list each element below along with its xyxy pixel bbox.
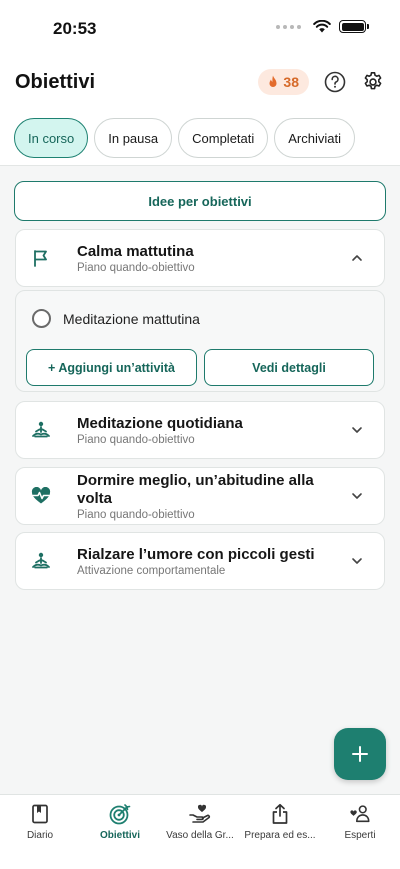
tab-completati[interactable]: Completati xyxy=(178,118,269,158)
goal-title: Meditazione quotidiana xyxy=(77,414,243,432)
streak-count: 38 xyxy=(283,74,299,90)
status-icons xyxy=(276,20,369,33)
nav-label: Prepara ed es... xyxy=(244,830,316,841)
goal-card-dormire-meglio[interactable]: Dormire meglio, un’abitudine alla volta … xyxy=(15,467,385,525)
goal-card-rialzare-umore[interactable]: Rialzare l’umore con piccoli gesti Attiv… xyxy=(15,532,385,590)
tab-in-pausa[interactable]: In pausa xyxy=(94,118,173,158)
view-details-button[interactable]: Vedi dettagli xyxy=(204,349,374,386)
chevron-down-icon[interactable] xyxy=(350,554,364,568)
task-checkbox[interactable] xyxy=(32,309,51,328)
nav-item-diario[interactable]: Diario xyxy=(0,795,80,869)
settings-button[interactable] xyxy=(361,70,385,94)
status-bar: 20:53 xyxy=(0,0,400,56)
goal-subtitle: Piano quando-obiettivo xyxy=(77,508,195,521)
share-icon xyxy=(272,803,288,824)
streak-badge[interactable]: 38 xyxy=(258,69,309,95)
wifi-icon xyxy=(313,20,331,33)
task-label: Meditazione mattutina xyxy=(63,310,200,327)
gratitude-jar-icon xyxy=(189,804,211,823)
goal-expanded-panel: Meditazione mattutina + Aggiungi un’atti… xyxy=(15,290,385,392)
add-activity-button[interactable]: + Aggiungi un’attività xyxy=(26,349,197,386)
goal-title: Calma mattutina xyxy=(77,242,194,260)
goal-card-meditazione-quotidiana[interactable]: Meditazione quotidiana Piano quando-obie… xyxy=(15,401,385,459)
header: Obiettivi 38 xyxy=(15,64,385,100)
status-tabs: In corso In pausa Completati Archiviati xyxy=(14,118,356,158)
help-button[interactable] xyxy=(323,70,347,94)
goal-subtitle: Attivazione comportamentale xyxy=(77,564,226,577)
nav-label: Obiettivi xyxy=(99,830,140,841)
tab-in-corso[interactable]: In corso xyxy=(14,118,89,158)
nav-label: Vaso della Gr... xyxy=(166,830,234,841)
chevron-up-icon[interactable] xyxy=(350,251,364,265)
task-item[interactable]: Meditazione mattutina xyxy=(32,309,200,328)
goal-title: Rialzare l’umore con piccoli gesti xyxy=(77,545,315,563)
nav-item-esperti[interactable]: Esperti xyxy=(320,795,400,869)
bottom-nav: Diario Obiettivi Vaso della Gr... Prepar… xyxy=(0,794,400,869)
nav-label: Diario xyxy=(26,830,54,841)
target-icon xyxy=(109,804,131,825)
help-icon xyxy=(324,71,346,93)
top-area: 20:53 Obiettivi 38 In corso In pausa Com… xyxy=(0,0,400,166)
gear-icon xyxy=(364,72,382,90)
journal-icon xyxy=(32,804,48,824)
goal-subtitle: Piano quando-obiettivo xyxy=(77,433,195,446)
heartbeat-icon xyxy=(31,487,51,504)
goal-title: Dormire meglio, un’abitudine alla volta xyxy=(77,471,314,507)
goal-ideas-button[interactable]: Idee per obiettivi xyxy=(14,181,386,221)
goal-subtitle: Piano quando-obiettivo xyxy=(77,261,195,274)
meditation-icon xyxy=(32,421,50,438)
experts-icon xyxy=(350,805,370,823)
flame-icon xyxy=(269,75,277,87)
flag-icon xyxy=(34,250,47,267)
nav-item-obiettivi[interactable]: Obiettivi xyxy=(80,795,160,869)
status-time: 20:53 xyxy=(53,19,97,38)
page-title: Obiettivi xyxy=(15,70,96,93)
nav-item-prepara-esporta[interactable]: Prepara ed es... xyxy=(240,795,320,869)
tab-archiviati[interactable]: Archiviati xyxy=(274,118,356,158)
plus-icon xyxy=(352,746,368,762)
add-goal-fab[interactable] xyxy=(334,728,386,780)
battery-icon xyxy=(339,20,369,33)
goal-card-calma-mattutina[interactable]: Calma mattutina Piano quando-obiettivo xyxy=(15,229,385,287)
nav-label: Esperti xyxy=(344,830,376,841)
chevron-down-icon[interactable] xyxy=(350,489,364,503)
nav-item-vaso-gratitudine[interactable]: Vaso della Gr... xyxy=(160,795,240,869)
meditation-icon xyxy=(32,552,50,569)
chevron-down-icon[interactable] xyxy=(350,423,364,437)
signal-icon xyxy=(276,24,301,29)
